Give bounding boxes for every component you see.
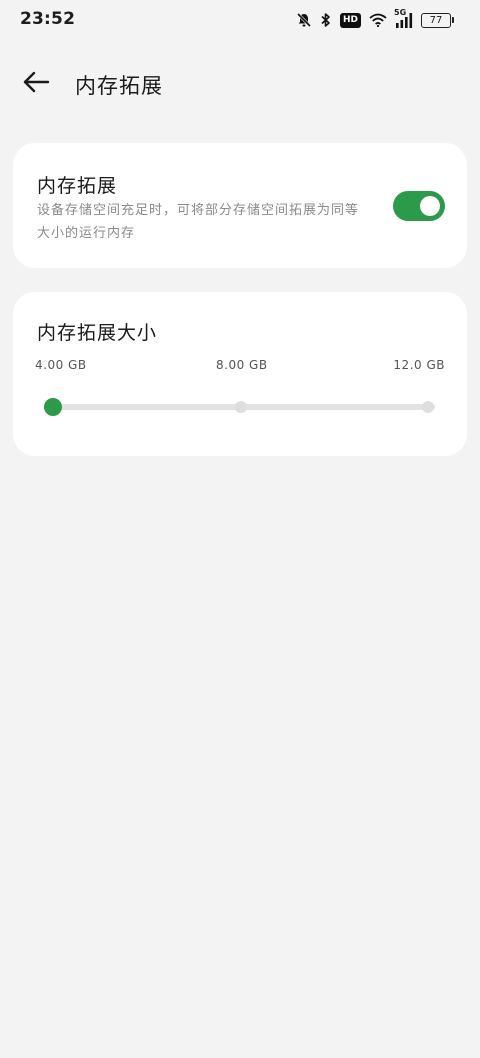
size-option-label: 12.0 GB <box>393 358 445 372</box>
battery-cap <box>452 17 454 23</box>
wifi-icon <box>369 13 387 27</box>
bluetooth-icon <box>320 12 332 28</box>
battery-level: 77 <box>421 12 451 28</box>
status-bar: 23:52 HD 5G 77 <box>0 0 480 40</box>
memory-expansion-description: 设备存储空间充足时，可将部分存储空间拓展为同等大小的运行内存 <box>37 203 360 241</box>
signal-icon: 5G <box>394 8 413 28</box>
status-icons: HD 5G 77 <box>296 8 454 30</box>
expansion-size-title: 内存拓展大小 <box>37 322 158 344</box>
memory-expansion-title: 内存拓展 <box>37 175 118 197</box>
hd-icon: HD <box>339 12 361 28</box>
size-option-label: 8.00 GB <box>216 358 268 372</box>
toggle-knob <box>420 196 440 216</box>
arrow-left-icon <box>22 71 50 97</box>
slider-step-dot[interactable] <box>422 401 434 413</box>
slider-step-dot[interactable] <box>235 401 247 413</box>
page-title: 内存拓展 <box>75 74 163 98</box>
expansion-size-card: 内存拓展大小 4.00 GB 8.00 GB 12.0 GB <box>13 292 467 456</box>
size-option-label: 4.00 GB <box>35 358 87 372</box>
memory-expansion-card: 内存拓展 设备存储空间充足时，可将部分存储空间拓展为同等大小的运行内存 <box>13 143 467 268</box>
network-label: 5G <box>394 8 407 17</box>
memory-expansion-toggle[interactable] <box>393 191 445 221</box>
slider-thumb[interactable] <box>44 398 62 416</box>
app-bar: 内存拓展 <box>0 58 480 110</box>
bell-off-icon <box>296 12 312 28</box>
back-button[interactable] <box>16 68 56 100</box>
battery-icon: 77 <box>421 12 454 28</box>
expansion-size-slider[interactable] <box>43 395 435 419</box>
status-time: 23:52 <box>20 9 76 29</box>
